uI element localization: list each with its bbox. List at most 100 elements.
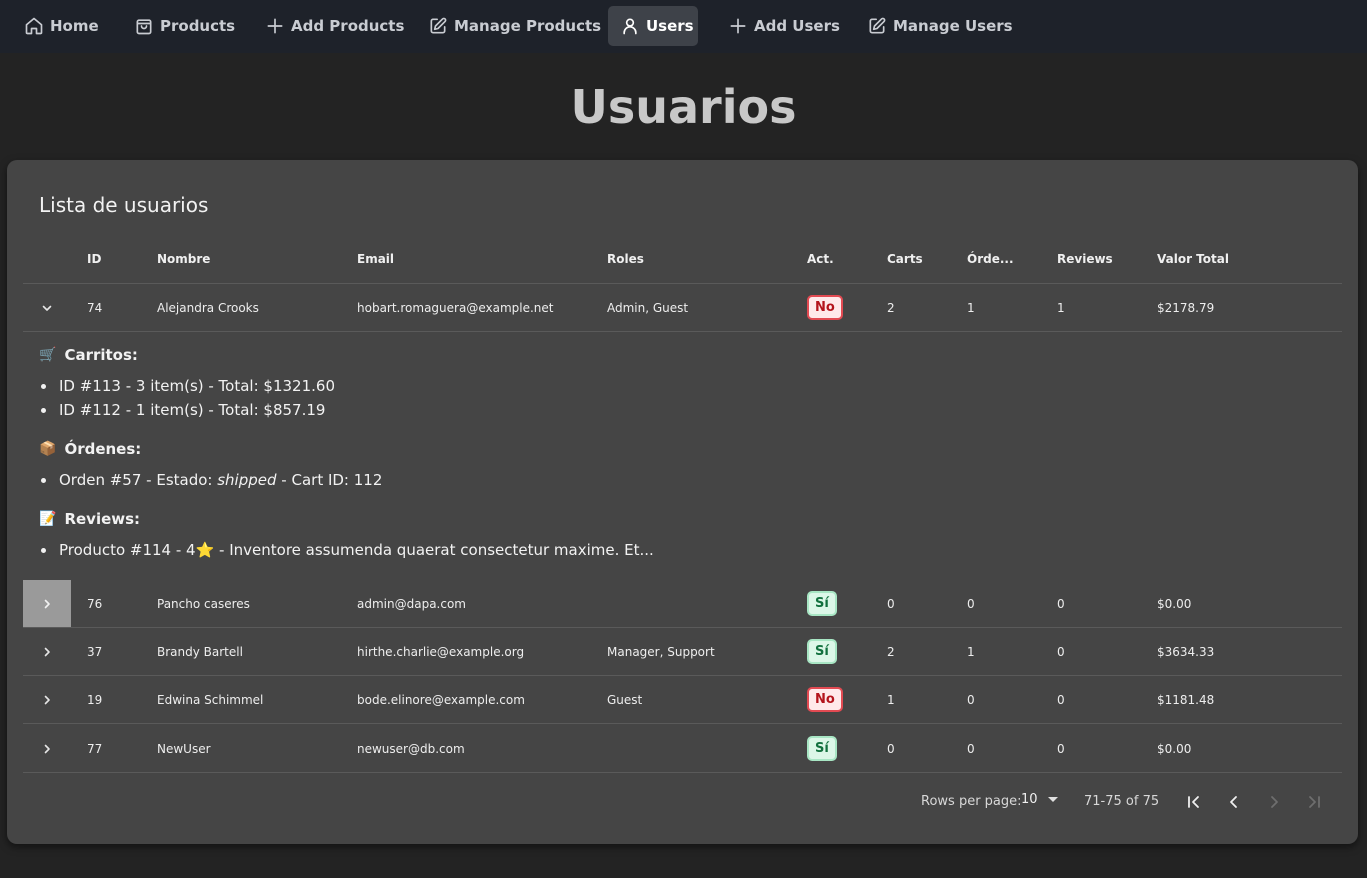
previous-page-button[interactable] bbox=[1220, 788, 1248, 816]
plus-icon bbox=[730, 18, 746, 34]
cell-id: 77 bbox=[87, 742, 103, 756]
nav-add-users[interactable]: Add Users bbox=[716, 6, 852, 46]
home-icon bbox=[25, 17, 43, 35]
column-header-carts[interactable]: Carts bbox=[887, 252, 923, 266]
expand-row-button[interactable] bbox=[23, 628, 71, 675]
cell-reviews: 0 bbox=[1057, 742, 1065, 756]
cell-email: hobart.romaguera@example.net bbox=[357, 301, 554, 315]
orders-heading-label: Órdenes: bbox=[64, 440, 142, 458]
cell-email: admin@dapa.com bbox=[357, 597, 466, 611]
expand-row-button[interactable] bbox=[23, 676, 71, 723]
rows-per-page-select[interactable]: 10 bbox=[1021, 792, 1058, 807]
orders-heading: 📦 Órdenes: bbox=[39, 440, 141, 458]
order-item: Orden #57 - Estado: shipped - Cart ID: 1… bbox=[59, 471, 382, 489]
collapse-row-button[interactable] bbox=[23, 284, 71, 331]
reviews-heading: 📝 Reviews: bbox=[39, 510, 140, 528]
caret-down-icon bbox=[1047, 797, 1058, 802]
cell-reviews: 1 bbox=[1057, 301, 1065, 315]
status-badge: Sí bbox=[807, 591, 837, 616]
chevron-left-icon bbox=[1230, 796, 1237, 808]
top-navbar: Home Products Add Products Manage Produc… bbox=[0, 0, 1367, 53]
cell-id: 74 bbox=[87, 301, 103, 315]
users-table-card: Lista de usuarios ID Nombre Email Roles … bbox=[7, 160, 1358, 844]
first-page-button[interactable] bbox=[1180, 788, 1208, 816]
status-badge: Sí bbox=[807, 736, 837, 761]
row-divider bbox=[23, 627, 1342, 628]
status-badge: Sí bbox=[807, 639, 837, 664]
bullet bbox=[41, 548, 46, 553]
bullet bbox=[41, 384, 46, 389]
cell-id: 37 bbox=[87, 645, 103, 659]
nav-add-products-label: Add Products bbox=[291, 17, 405, 35]
cell-reviews: 0 bbox=[1057, 645, 1065, 659]
review-item: Producto #114 - 4⭐ - Inventore assumenda… bbox=[59, 541, 654, 559]
nav-products[interactable]: Products bbox=[122, 6, 247, 46]
column-header-roles[interactable]: Roles bbox=[607, 252, 644, 266]
chevron-right-icon bbox=[44, 599, 50, 608]
plus-icon bbox=[267, 18, 283, 34]
nav-manage-users[interactable]: Manage Users bbox=[855, 6, 1025, 46]
cell-reviews: 0 bbox=[1057, 597, 1065, 611]
column-header-name[interactable]: Nombre bbox=[157, 252, 210, 266]
table-title: Lista de usuarios bbox=[39, 193, 209, 217]
nav-add-products[interactable]: Add Products bbox=[253, 6, 416, 46]
row-divider bbox=[23, 723, 1342, 724]
cell-name: Edwina Schimmel bbox=[157, 693, 264, 707]
cell-carts: 0 bbox=[887, 597, 895, 611]
cell-id: 19 bbox=[87, 693, 103, 707]
nav-manage-products[interactable]: Manage Products bbox=[416, 6, 613, 46]
column-header-reviews[interactable]: Reviews bbox=[1057, 252, 1113, 266]
cell-email: bode.elinore@example.com bbox=[357, 693, 525, 707]
chevron-right-icon bbox=[1271, 796, 1278, 808]
carts-heading-label: Carritos: bbox=[64, 346, 138, 364]
cell-orders: 1 bbox=[967, 645, 975, 659]
edit-icon bbox=[869, 17, 886, 34]
cell-id: 76 bbox=[87, 597, 103, 611]
column-header-orders[interactable]: Órde... bbox=[967, 252, 1014, 266]
column-header-id[interactable]: ID bbox=[87, 252, 101, 266]
nav-home-label: Home bbox=[50, 17, 99, 35]
column-header-total[interactable]: Valor Total bbox=[1157, 252, 1229, 266]
cell-carts: 2 bbox=[887, 301, 895, 315]
expand-row-button[interactable] bbox=[23, 725, 71, 772]
chevron-right-icon bbox=[44, 695, 50, 704]
order-prefix: Orden #57 - Estado: bbox=[59, 471, 218, 489]
first-page-icon bbox=[1188, 796, 1199, 808]
next-page-button[interactable] bbox=[1260, 788, 1288, 816]
bullet bbox=[41, 478, 46, 483]
nav-add-users-label: Add Users bbox=[754, 17, 840, 35]
nav-users[interactable]: Users bbox=[608, 6, 698, 46]
cell-total: $1181.48 bbox=[1157, 693, 1215, 707]
cell-email: newuser@db.com bbox=[357, 742, 465, 756]
cell-roles: Manager, Support bbox=[607, 645, 715, 659]
cell-name: Pancho caseres bbox=[157, 597, 250, 611]
column-header-email[interactable]: Email bbox=[357, 252, 394, 266]
cell-orders: 0 bbox=[967, 693, 975, 707]
page-title: Usuarios bbox=[570, 80, 797, 134]
nav-manage-products-label: Manage Products bbox=[454, 17, 602, 35]
edit-icon bbox=[430, 17, 447, 34]
shopping-bag-icon bbox=[136, 19, 152, 35]
memo-icon: 📝 bbox=[39, 511, 57, 527]
header-divider bbox=[23, 283, 1342, 284]
row-divider bbox=[23, 675, 1342, 676]
last-page-button[interactable] bbox=[1300, 788, 1328, 816]
rows-per-page-value: 10 bbox=[1021, 792, 1038, 807]
cell-carts: 2 bbox=[887, 645, 895, 659]
row-divider bbox=[23, 772, 1342, 773]
cell-name: NewUser bbox=[157, 742, 211, 756]
column-header-active[interactable]: Act. bbox=[807, 252, 834, 266]
cell-roles: Admin, Guest bbox=[607, 301, 689, 315]
expand-row-button[interactable] bbox=[23, 580, 71, 627]
nav-users-label: Users bbox=[646, 17, 694, 35]
pagination-range: 71-75 of 75 bbox=[1084, 794, 1160, 809]
chevron-right-icon bbox=[44, 744, 50, 753]
order-status: shipped bbox=[217, 471, 277, 489]
shopping-cart-icon: 🛒 bbox=[39, 347, 57, 363]
nav-home[interactable]: Home bbox=[12, 6, 111, 46]
user-icon bbox=[623, 18, 637, 35]
cell-reviews: 0 bbox=[1057, 693, 1065, 707]
cell-total: $0.00 bbox=[1157, 597, 1192, 611]
cell-orders: 0 bbox=[967, 597, 975, 611]
cell-name: Brandy Bartell bbox=[157, 645, 243, 659]
